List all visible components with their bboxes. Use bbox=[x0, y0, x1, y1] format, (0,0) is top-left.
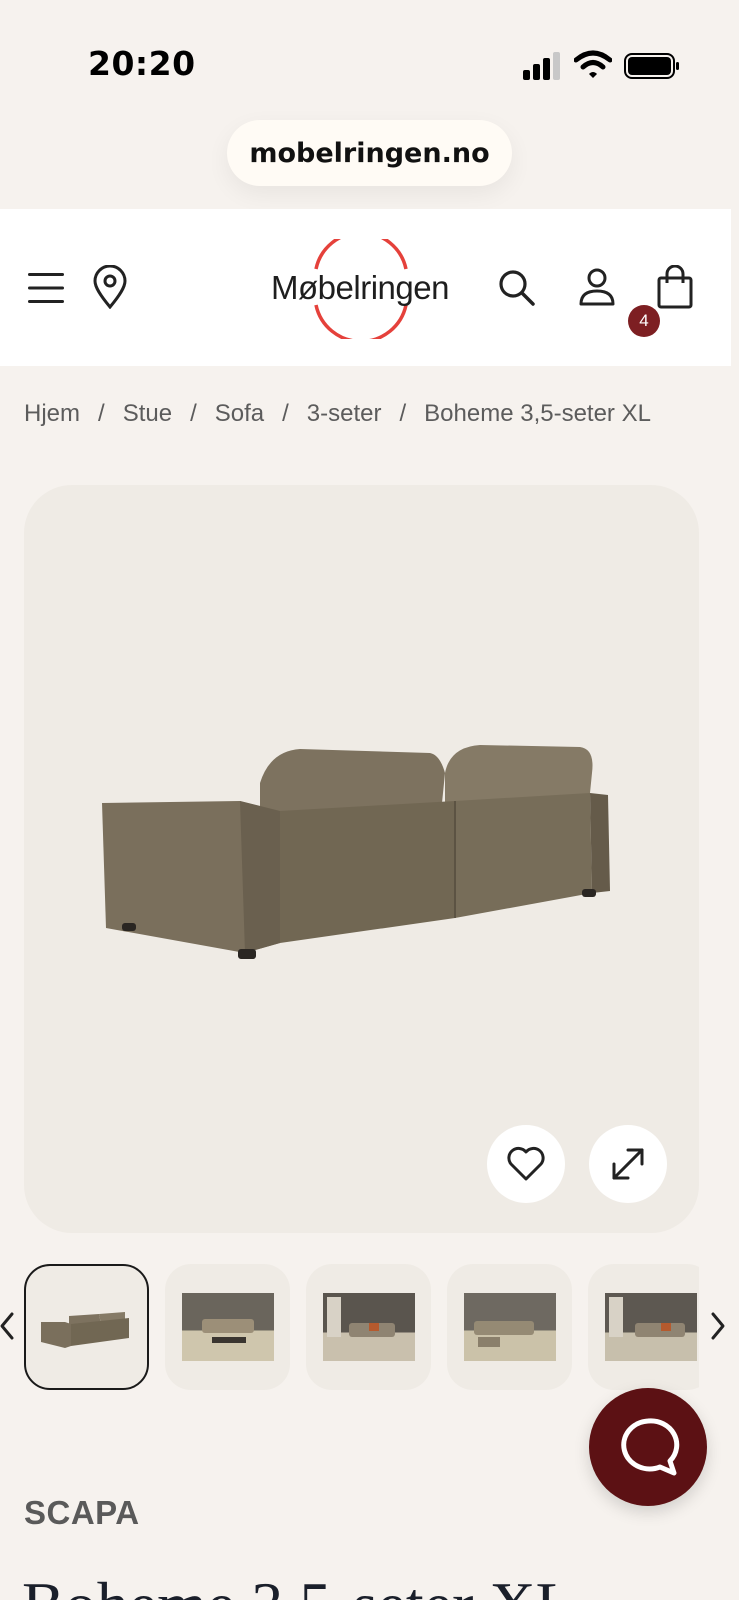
heart-icon bbox=[507, 1146, 545, 1181]
logo-text: Møbelringen bbox=[271, 269, 449, 306]
breadcrumb-separator: / bbox=[399, 400, 407, 427]
sofa-product-image bbox=[102, 745, 610, 959]
favorite-button[interactable] bbox=[487, 1125, 565, 1203]
thumbnail[interactable] bbox=[588, 1264, 699, 1390]
shopping-bag-icon[interactable] bbox=[656, 265, 694, 309]
breadcrumb-home[interactable]: Hjem bbox=[24, 400, 80, 428]
breadcrumb-current: Boheme 3,5-seter XL bbox=[424, 400, 651, 427]
thumbnail[interactable] bbox=[447, 1264, 572, 1390]
url-text: mobelringen.no bbox=[249, 137, 490, 169]
wifi-icon bbox=[574, 50, 612, 78]
breadcrumb: Hjem / Stue / Sofa / 3-seter / Boheme 3,… bbox=[24, 400, 651, 428]
breadcrumb-separator: / bbox=[282, 400, 289, 427]
product-image-gallery[interactable] bbox=[24, 485, 699, 1233]
chat-bubble-icon bbox=[621, 1418, 680, 1476]
expand-icon bbox=[612, 1148, 644, 1180]
hamburger-menu-icon[interactable] bbox=[28, 271, 66, 305]
battery-icon bbox=[624, 53, 679, 79]
cart-count-badge: 4 bbox=[628, 305, 660, 337]
chevron-right-icon[interactable] bbox=[707, 1304, 731, 1348]
location-pin-icon[interactable] bbox=[92, 265, 128, 309]
room-thumbnail-image bbox=[604, 1293, 697, 1361]
cellular-signal-icon bbox=[523, 52, 560, 80]
thumbnail-carousel bbox=[0, 1264, 739, 1392]
chat-button[interactable] bbox=[589, 1388, 707, 1506]
breadcrumb-stue[interactable]: Stue bbox=[123, 400, 172, 428]
breadcrumb-separator: / bbox=[190, 400, 197, 427]
clock: 20:20 bbox=[88, 44, 196, 83]
room-thumbnail-image bbox=[181, 1293, 274, 1361]
room-thumbnail-image bbox=[463, 1293, 556, 1361]
status-bar: 20:20 bbox=[0, 0, 739, 120]
breadcrumb-sofa[interactable]: Sofa bbox=[215, 400, 264, 428]
sofa-thumbnail-image bbox=[40, 1312, 129, 1348]
thumbnail[interactable] bbox=[306, 1264, 431, 1390]
fullscreen-button[interactable] bbox=[589, 1125, 667, 1203]
product-brand[interactable]: SCAPA bbox=[24, 1494, 140, 1532]
room-thumbnail-image bbox=[322, 1293, 415, 1361]
site-header: Møbelringen 4 bbox=[0, 209, 731, 366]
breadcrumb-3-seter[interactable]: 3-seter bbox=[307, 400, 382, 428]
chevron-left-icon[interactable] bbox=[0, 1304, 18, 1348]
thumbnail[interactable] bbox=[165, 1264, 290, 1390]
product-title: Boheme 3,5-seter XL bbox=[22, 1568, 575, 1600]
search-icon[interactable] bbox=[498, 269, 536, 307]
breadcrumb-separator: / bbox=[98, 400, 105, 427]
user-account-icon[interactable] bbox=[578, 267, 616, 307]
url-bar[interactable]: mobelringen.no bbox=[227, 120, 512, 186]
thumbnail[interactable] bbox=[24, 1264, 149, 1390]
site-logo[interactable]: Møbelringen bbox=[260, 239, 460, 339]
thumbnail-track bbox=[24, 1264, 699, 1392]
